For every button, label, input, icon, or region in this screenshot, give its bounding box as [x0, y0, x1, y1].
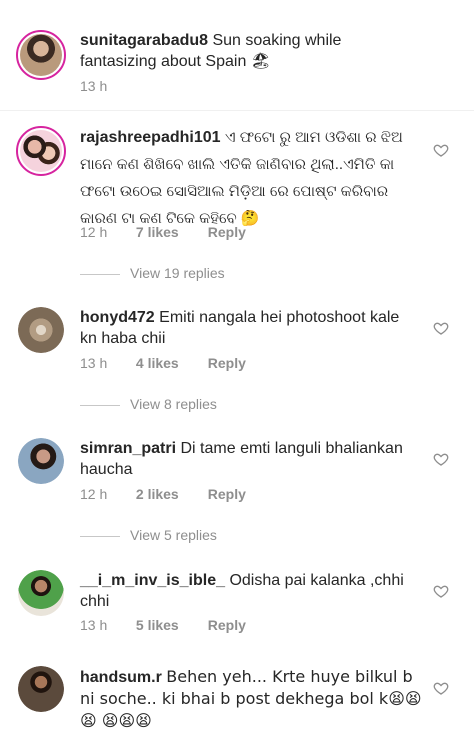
divider — [0, 110, 474, 111]
avatar[interactable] — [16, 30, 66, 80]
comment-text: honyd472 Emiti nangala hei photoshoot ka… — [80, 307, 420, 349]
view-replies-label[interactable]: View 5 replies — [130, 527, 217, 543]
comment-time: 13 h — [80, 617, 108, 633]
replies-line — [80, 404, 120, 406]
comment-meta: 12 h 2 likes Reply — [80, 486, 246, 502]
view-replies-label[interactable]: View 8 replies — [130, 396, 217, 412]
comment-username[interactable]: rajashreepadhi101 — [80, 129, 221, 146]
reply-button[interactable]: Reply — [208, 486, 246, 502]
likes-count[interactable]: 2 likes — [136, 486, 204, 502]
comment-username[interactable]: handsum.r — [80, 669, 162, 686]
view-replies-button[interactable]: View 5 replies — [80, 527, 217, 543]
comment-text: sunitagarabadu8 Sun soaking while fantas… — [80, 30, 420, 72]
view-replies-button[interactable]: View 19 replies — [80, 265, 225, 281]
likes-count[interactable]: 4 likes — [136, 355, 204, 371]
comment-meta: 13 h — [80, 78, 107, 94]
comment-text: rajashreepadhi101 ଏ ଫଟୋ ରୁ ଆମ ଓଡିଶା ର ଝି… — [80, 124, 425, 232]
view-replies-label[interactable]: View 19 replies — [130, 265, 225, 281]
comment-time: 13 h — [80, 355, 108, 371]
likes-count[interactable]: 5 likes — [136, 617, 204, 633]
replies-line — [80, 273, 120, 275]
avatar[interactable] — [18, 438, 64, 484]
comment-username[interactable]: __i_m_inv_is_ible_ — [80, 572, 225, 589]
avatar[interactable] — [18, 666, 64, 712]
comment-time: 13 h — [80, 78, 108, 94]
heart-icon[interactable] — [433, 451, 449, 467]
avatar[interactable] — [18, 307, 64, 353]
replies-line — [80, 535, 120, 537]
comment-username[interactable]: simran_patri — [80, 440, 176, 457]
comment-meta: 13 h 5 likes Reply — [80, 617, 246, 633]
heart-icon[interactable] — [433, 680, 449, 696]
comment-meta: 13 h 4 likes Reply — [80, 355, 246, 371]
likes-count[interactable]: 7 likes — [136, 224, 204, 240]
heart-icon[interactable] — [433, 142, 449, 158]
comment-meta: 12 h 7 likes Reply — [80, 224, 246, 240]
reply-button[interactable]: Reply — [208, 224, 246, 240]
comment-time: 12 h — [80, 224, 108, 240]
heart-icon[interactable] — [433, 320, 449, 336]
comment-text: handsum.r Behen yeh... Krte huye bilkul … — [80, 666, 425, 732]
view-replies-button[interactable]: View 8 replies — [80, 396, 217, 412]
comment-username[interactable]: honyd472 — [80, 309, 155, 326]
avatar[interactable] — [16, 126, 66, 176]
reply-button[interactable]: Reply — [208, 355, 246, 371]
avatar[interactable] — [18, 570, 64, 616]
reply-button[interactable]: Reply — [208, 617, 246, 633]
heart-icon[interactable] — [433, 583, 449, 599]
comment-time: 12 h — [80, 486, 108, 502]
comment-text: simran_patri Di tame emti languli bhalia… — [80, 438, 420, 480]
comment-username[interactable]: sunitagarabadu8 — [80, 32, 208, 49]
comment-text: __i_m_inv_is_ible_ Odisha pai kalanka ,c… — [80, 570, 420, 612]
